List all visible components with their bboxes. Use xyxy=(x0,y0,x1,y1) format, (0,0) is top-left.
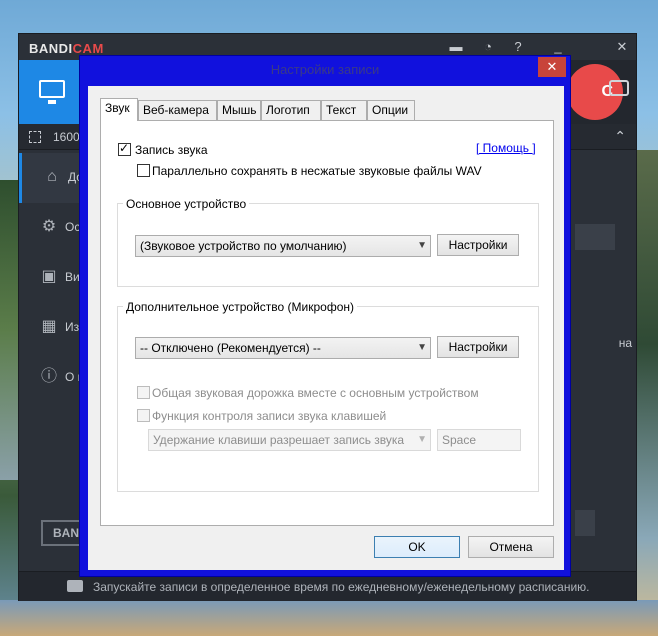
hotkey-control-label: Функция контроля записи звука клавишей xyxy=(152,409,387,423)
record-sound-label[interactable]: Запись звука xyxy=(135,143,208,157)
secondary-device-settings-button[interactable]: Настройки xyxy=(437,336,519,358)
save-wav-checkbox[interactable] xyxy=(137,164,150,177)
wallpaper-right xyxy=(634,150,658,636)
monitor-icon xyxy=(39,80,65,104)
sidebar-item-about[interactable]: ⓘ О п xyxy=(19,353,84,403)
mix-track-label: Общая звуковая дорожка вместе с основным… xyxy=(152,386,479,400)
tab-text[interactable]: Текст xyxy=(321,100,367,120)
sidebar-item-label: Ви xyxy=(65,270,80,284)
help-link[interactable]: [ Помощь ] xyxy=(476,141,536,155)
save-wav-label[interactable]: Параллельно сохранять в несжатые звуковы… xyxy=(152,164,482,178)
gear-icon: ⚙ xyxy=(41,218,57,235)
hidden-panel-button-2[interactable] xyxy=(575,510,595,536)
secondary-device-select[interactable]: -- Отключено (Рекомендуется) -- ▼ xyxy=(135,337,431,359)
home-icon: ⌂ xyxy=(47,168,57,185)
camera-icon[interactable] xyxy=(609,80,629,96)
chat-icon xyxy=(67,580,83,592)
hotkey-control-checkbox[interactable] xyxy=(137,409,150,422)
minimize-icon[interactable]: _ xyxy=(549,38,567,56)
help-icon[interactable]: ? xyxy=(509,38,527,56)
mix-track-checkbox[interactable] xyxy=(137,386,150,399)
dialog-close-button[interactable]: ✕ xyxy=(538,57,566,77)
bandicam-sidebar: ⌂ До ⚙ Ос ▣ Ви ▦ Из ⓘ О п xyxy=(19,151,84,571)
sidebar-item-image[interactable]: ▦ Из xyxy=(19,303,81,353)
chevron-down-icon: ▼ xyxy=(417,434,427,445)
sidebar-item-general[interactable]: ⚙ Ос xyxy=(19,203,81,253)
main-device-settings-button[interactable]: Настройки xyxy=(437,234,519,256)
hidden-panel-button[interactable] xyxy=(575,224,615,250)
status-text[interactable]: Запускайте записи в определенное время п… xyxy=(93,580,590,594)
folder-icon[interactable]: ▬ xyxy=(447,38,465,56)
hotkey-input[interactable]: Space xyxy=(437,429,521,451)
sidebar-item-label: Из xyxy=(65,320,80,334)
tab-sound[interactable]: Звук xyxy=(100,98,138,121)
screen-mode-button[interactable] xyxy=(19,60,83,124)
sidebar-item-video[interactable]: ▣ Ви xyxy=(19,253,81,303)
video-icon: ▣ xyxy=(41,268,57,285)
capture-area-icon xyxy=(29,131,41,143)
bandicam-logo: BANDICAM xyxy=(29,41,104,56)
hidden-panel-text: на xyxy=(618,336,632,350)
tab-options[interactable]: Опции xyxy=(367,100,415,120)
clock-icon[interactable]: ◔ xyxy=(479,38,497,56)
ok-button[interactable]: OK xyxy=(374,536,460,558)
tab-logo[interactable]: Логотип xyxy=(261,100,321,120)
sound-tab-panel: Запись звука [ Помощь ] Параллельно сохр… xyxy=(100,120,554,526)
chevron-down-icon: ▼ xyxy=(417,240,427,251)
tab-mouse[interactable]: Мышь xyxy=(217,100,261,120)
wallpaper-bottom xyxy=(0,600,658,636)
info-icon: ⓘ xyxy=(40,368,57,385)
chevron-up-icon[interactable]: ⌃ xyxy=(614,128,626,145)
close-icon[interactable]: ✕ xyxy=(613,38,631,56)
tab-webcam[interactable]: Веб-камера xyxy=(138,100,217,120)
main-device-title: Основное устройство xyxy=(123,197,250,211)
cancel-button[interactable]: Отмена xyxy=(468,536,554,558)
image-icon: ▦ xyxy=(41,318,57,335)
dialog-title: Настройки записи xyxy=(270,62,380,77)
dialog-body: Звук Веб-камера Мышь Логотип Текст Опции… xyxy=(88,86,564,570)
secondary-device-title: Дополнительное устройство (Микрофон) xyxy=(123,300,357,314)
recording-settings-dialog: Настройки записи ✕ Звук Веб-камера Мышь … xyxy=(79,55,571,577)
chevron-down-icon: ▼ xyxy=(417,342,427,353)
main-device-select[interactable]: (Звуковое устройство по умолчанию) ▼ xyxy=(135,235,431,257)
sidebar-item-home[interactable]: ⌂ До xyxy=(19,153,83,203)
record-sound-checkbox[interactable] xyxy=(118,141,131,156)
hotkey-mode-select[interactable]: Удержание клавиши разрешает запись звука… xyxy=(148,429,431,451)
